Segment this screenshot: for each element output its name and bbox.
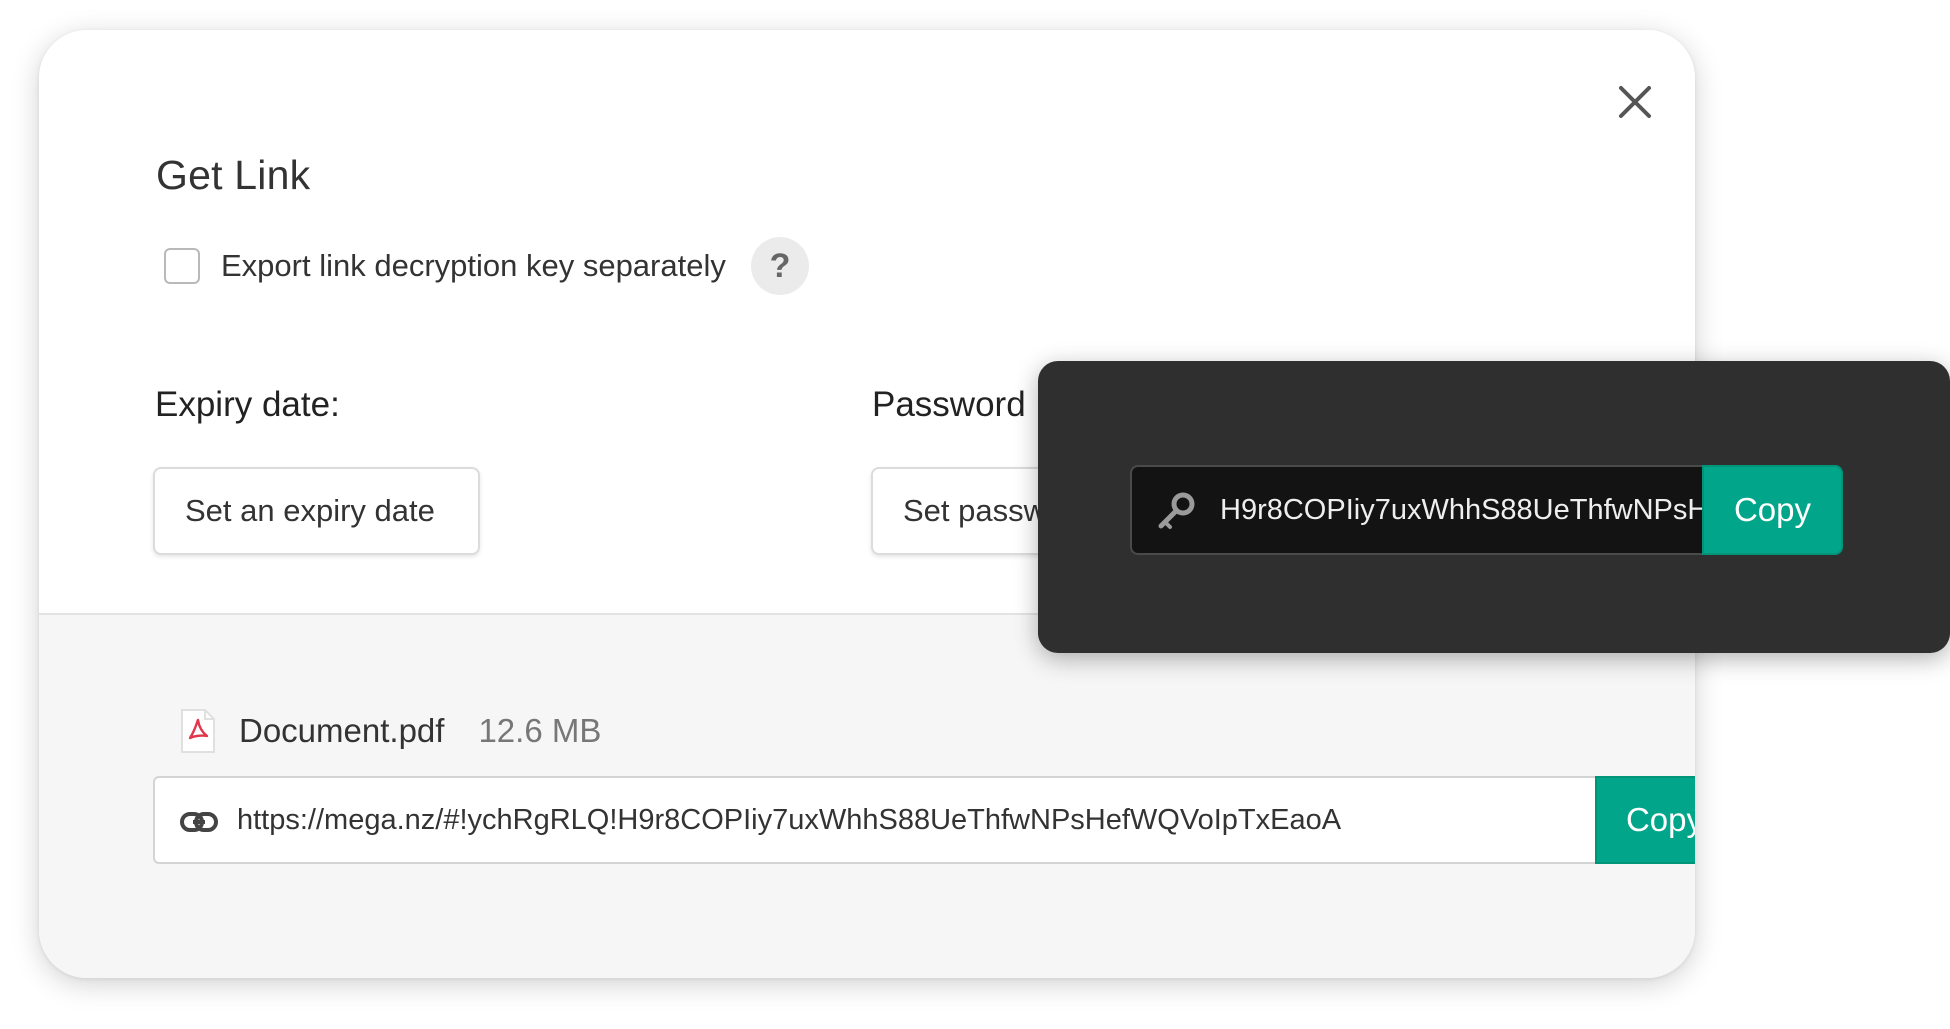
copy-link-button[interactable]: Copy <box>1595 776 1695 864</box>
password-label: Password <box>872 385 1026 424</box>
link-field[interactable]: https://mega.nz/#!ychRgRLQ!H9r8COPIiy7ux… <box>153 776 1595 864</box>
close-button[interactable] <box>1603 70 1667 134</box>
stage: Get Link Export link decryption key sepa… <box>0 0 1950 1029</box>
file-info: Document.pdf 12.6 MB <box>179 705 601 757</box>
set-expiry-date-button[interactable]: Set an expiry date <box>153 467 480 555</box>
file-name: Document.pdf <box>239 712 445 749</box>
link-icon <box>180 812 218 832</box>
help-button[interactable]: ? <box>751 237 809 295</box>
export-key-checkbox[interactable] <box>164 248 200 284</box>
key-field[interactable]: H9r8COPIiy7uxWhhS88UeThfwNPsHefWQVoIpTxE… <box>1130 465 1702 555</box>
close-icon <box>1619 86 1651 118</box>
dialog-title: Get Link <box>156 152 311 198</box>
file-size: 12.6 MB <box>478 712 602 749</box>
key-icon <box>1158 492 1195 529</box>
decryption-key-value[interactable]: H9r8COPIiy7uxWhhS88UeThfwNPsHefWQVoIpTxE… <box>1220 467 1702 553</box>
pdf-icon <box>181 709 215 753</box>
expiry-date-label: Expiry date: <box>155 385 340 424</box>
decryption-key-overlay: H9r8COPIiy7uxWhhS88UeThfwNPsHefWQVoIpTxE… <box>1038 361 1950 653</box>
export-key-label[interactable]: Export link decryption key separately <box>221 248 726 284</box>
link-url[interactable]: https://mega.nz/#!ychRgRLQ!H9r8COPIiy7ux… <box>237 778 1567 862</box>
copy-key-button[interactable]: Copy <box>1702 465 1843 555</box>
